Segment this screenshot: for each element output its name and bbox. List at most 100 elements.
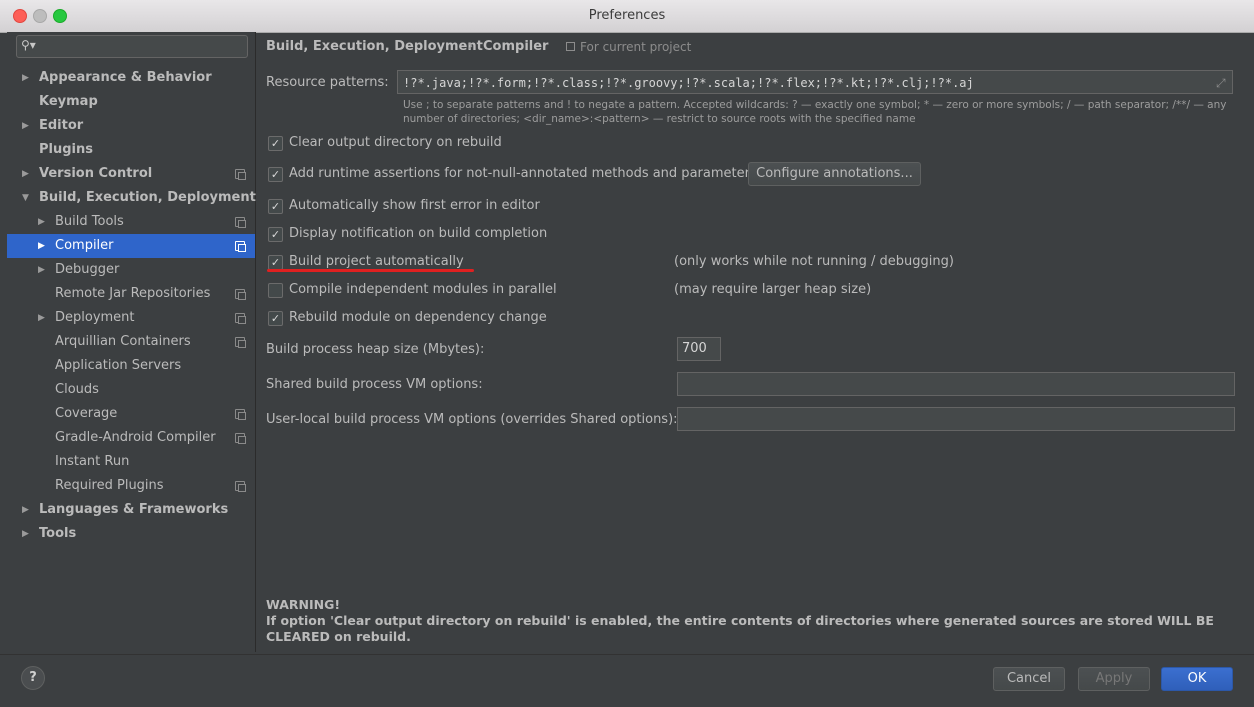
sidebar-item[interactable]: Application Servers: [7, 354, 255, 378]
scope-text: For current project: [580, 40, 692, 54]
sidebar-item-label: Gradle-Android Compiler: [55, 430, 216, 445]
sidebar-item-label: Instant Run: [55, 454, 130, 469]
sidebar-item[interactable]: ▶ Appearance & Behavior: [7, 66, 255, 90]
sidebar-item-label: Arquillian Containers: [55, 334, 191, 349]
sidebar-item[interactable]: Required Plugins: [7, 474, 255, 498]
sidebar-item[interactable]: ▶ Compiler: [7, 234, 255, 258]
sidebar-item[interactable]: ▶ Editor: [7, 114, 255, 138]
sidebar-item[interactable]: ▶ Debugger: [7, 258, 255, 282]
option-label: Clear output directory on rebuild: [289, 135, 502, 150]
sidebar-item[interactable]: Arquillian Containers: [7, 330, 255, 354]
project-scope-icon: [235, 433, 246, 444]
sidebar-item[interactable]: ▶ Languages & Frameworks: [7, 498, 255, 522]
scope-label: For current project: [566, 40, 691, 54]
resource-patterns-label: Resource patterns:: [266, 75, 389, 90]
shared-vm-options-input[interactable]: [677, 372, 1235, 396]
sidebar-item[interactable]: Plugins: [7, 138, 255, 162]
option-label: Automatically show first error in editor: [289, 198, 540, 213]
sidebar-item[interactable]: Keymap: [7, 90, 255, 114]
sidebar-item-label: Coverage: [55, 406, 118, 421]
option-checkbox[interactable]: ✓: [268, 311, 283, 326]
preferences-window: Preferences ⚲▾ ▶ Appearance & Behavior Key…: [0, 0, 1254, 707]
sidebar-item-label: Application Servers: [55, 358, 182, 373]
sidebar-item[interactable]: ▶ Build Tools: [7, 210, 255, 234]
window-title: Preferences: [588, 8, 666, 23]
project-scope-icon: [235, 409, 246, 420]
project-scope-icon: [566, 42, 575, 51]
sidebar-item[interactable]: ▶ Deployment: [7, 306, 255, 330]
project-scope-icon: [235, 481, 246, 492]
sidebar-item-label: Tools: [39, 526, 77, 541]
project-scope-icon: [235, 313, 246, 324]
sidebar-item[interactable]: Instant Run: [7, 450, 255, 474]
user-vm-options-input[interactable]: [677, 407, 1235, 431]
help-button[interactable]: ?: [21, 666, 45, 690]
option-checkbox[interactable]: ✓: [268, 136, 283, 151]
sidebar-item[interactable]: Gradle-Android Compiler: [7, 426, 255, 450]
option-label: Compile independent modules in parallel: [289, 282, 557, 297]
apply-button[interactable]: Apply: [1078, 667, 1150, 691]
option-checkbox[interactable]: ✓: [268, 167, 283, 182]
ok-button[interactable]: OK: [1161, 667, 1233, 691]
warning-title: WARNING!: [266, 597, 341, 612]
shared-vm-options-label: Shared build process VM options:: [266, 377, 483, 392]
chevron-right-icon[interactable]: ▶: [22, 498, 29, 522]
compiler-settings-panel: Build, Execution, Deployment › Compiler …: [256, 32, 1254, 652]
sidebar-item[interactable]: Clouds: [7, 378, 255, 402]
chevron-right-icon[interactable]: ▶: [22, 66, 29, 90]
project-scope-icon: [235, 289, 246, 300]
sidebar-item[interactable]: ▼ Build, Execution, Deployment: [7, 186, 256, 210]
option-label: Rebuild module on dependency change: [289, 310, 547, 325]
chevron-right-icon[interactable]: ▶: [22, 114, 29, 138]
sidebar-item-label: Compiler: [55, 238, 114, 253]
sidebar-item-label: Build Tools: [55, 214, 124, 229]
sidebar-item[interactable]: Coverage: [7, 402, 255, 426]
chevron-right-icon[interactable]: ▶: [38, 234, 45, 258]
option-checkbox[interactable]: [268, 283, 283, 298]
chevron-right-icon[interactable]: ▶: [38, 306, 45, 330]
option-checkbox[interactable]: ✓: [268, 199, 283, 214]
sidebar-item-label: Clouds: [55, 382, 99, 397]
sidebar-item-label: Build, Execution, Deployment: [39, 190, 256, 205]
option-note: (only works while not running / debuggin…: [674, 254, 954, 269]
sidebar-item-label: Appearance & Behavior: [39, 70, 212, 85]
breadcrumb-separator: ›: [468, 39, 474, 54]
option-checkbox[interactable]: ✓: [268, 227, 283, 242]
sidebar-item-label: Editor: [39, 118, 84, 133]
sidebar-item[interactable]: ▶ Tools: [7, 522, 255, 546]
resource-patterns-hint: Use ; to separate patterns and ! to nega…: [403, 99, 1227, 125]
breadcrumb-page: Compiler: [483, 39, 549, 54]
sidebar-item[interactable]: Remote Jar Repositories: [7, 282, 255, 306]
cancel-button[interactable]: Cancel: [993, 667, 1065, 691]
chevron-right-icon[interactable]: ▶: [22, 162, 29, 186]
dialog-button-bar: ? Cancel Apply OK: [0, 654, 1254, 707]
resource-patterns-input[interactable]: !?*.java;!?*.form;!?*.class;!?*.groovy;!…: [397, 70, 1233, 94]
sidebar-item-label: Plugins: [39, 142, 93, 157]
sidebar-item-label: Remote Jar Repositories: [55, 286, 211, 301]
warning-text: If option 'Clear output directory on reb…: [266, 613, 1214, 644]
search-icon: ⚲▾: [21, 38, 36, 52]
chevron-right-icon[interactable]: ▶: [38, 258, 45, 282]
project-scope-icon: [235, 169, 246, 180]
configure-annotations-button[interactable]: Configure annotations...: [748, 162, 921, 186]
chevron-right-icon[interactable]: ▶: [38, 210, 45, 234]
sidebar-item[interactable]: ▶ Version Control: [7, 162, 255, 186]
settings-search-input[interactable]: ⚲▾: [16, 35, 248, 58]
breadcrumb-section: Build, Execution, Deployment: [266, 39, 483, 54]
project-scope-icon: [235, 217, 246, 228]
chevron-down-icon[interactable]: ▼: [22, 186, 29, 210]
project-scope-icon: [235, 337, 246, 348]
option-note: (may require larger heap size): [674, 282, 872, 297]
sidebar-item-label: Keymap: [39, 94, 98, 109]
heap-size-label: Build process heap size (Mbytes):: [266, 342, 485, 357]
sidebar-item-label: Debugger: [55, 262, 120, 277]
chevron-right-icon[interactable]: ▶: [22, 522, 29, 546]
option-checkbox[interactable]: ✓: [268, 255, 283, 270]
sidebar-item-label: Version Control: [39, 166, 153, 181]
expand-icon[interactable]: ⤢: [1216, 76, 1226, 91]
project-scope-icon: [235, 241, 246, 252]
option-label: Add runtime assertions for not-null-anno…: [289, 166, 757, 181]
sidebar-item-label: Languages & Frameworks: [39, 502, 229, 517]
heap-size-input[interactable]: 700: [677, 337, 721, 361]
user-vm-options-label: User-local build process VM options (ove…: [266, 412, 678, 427]
